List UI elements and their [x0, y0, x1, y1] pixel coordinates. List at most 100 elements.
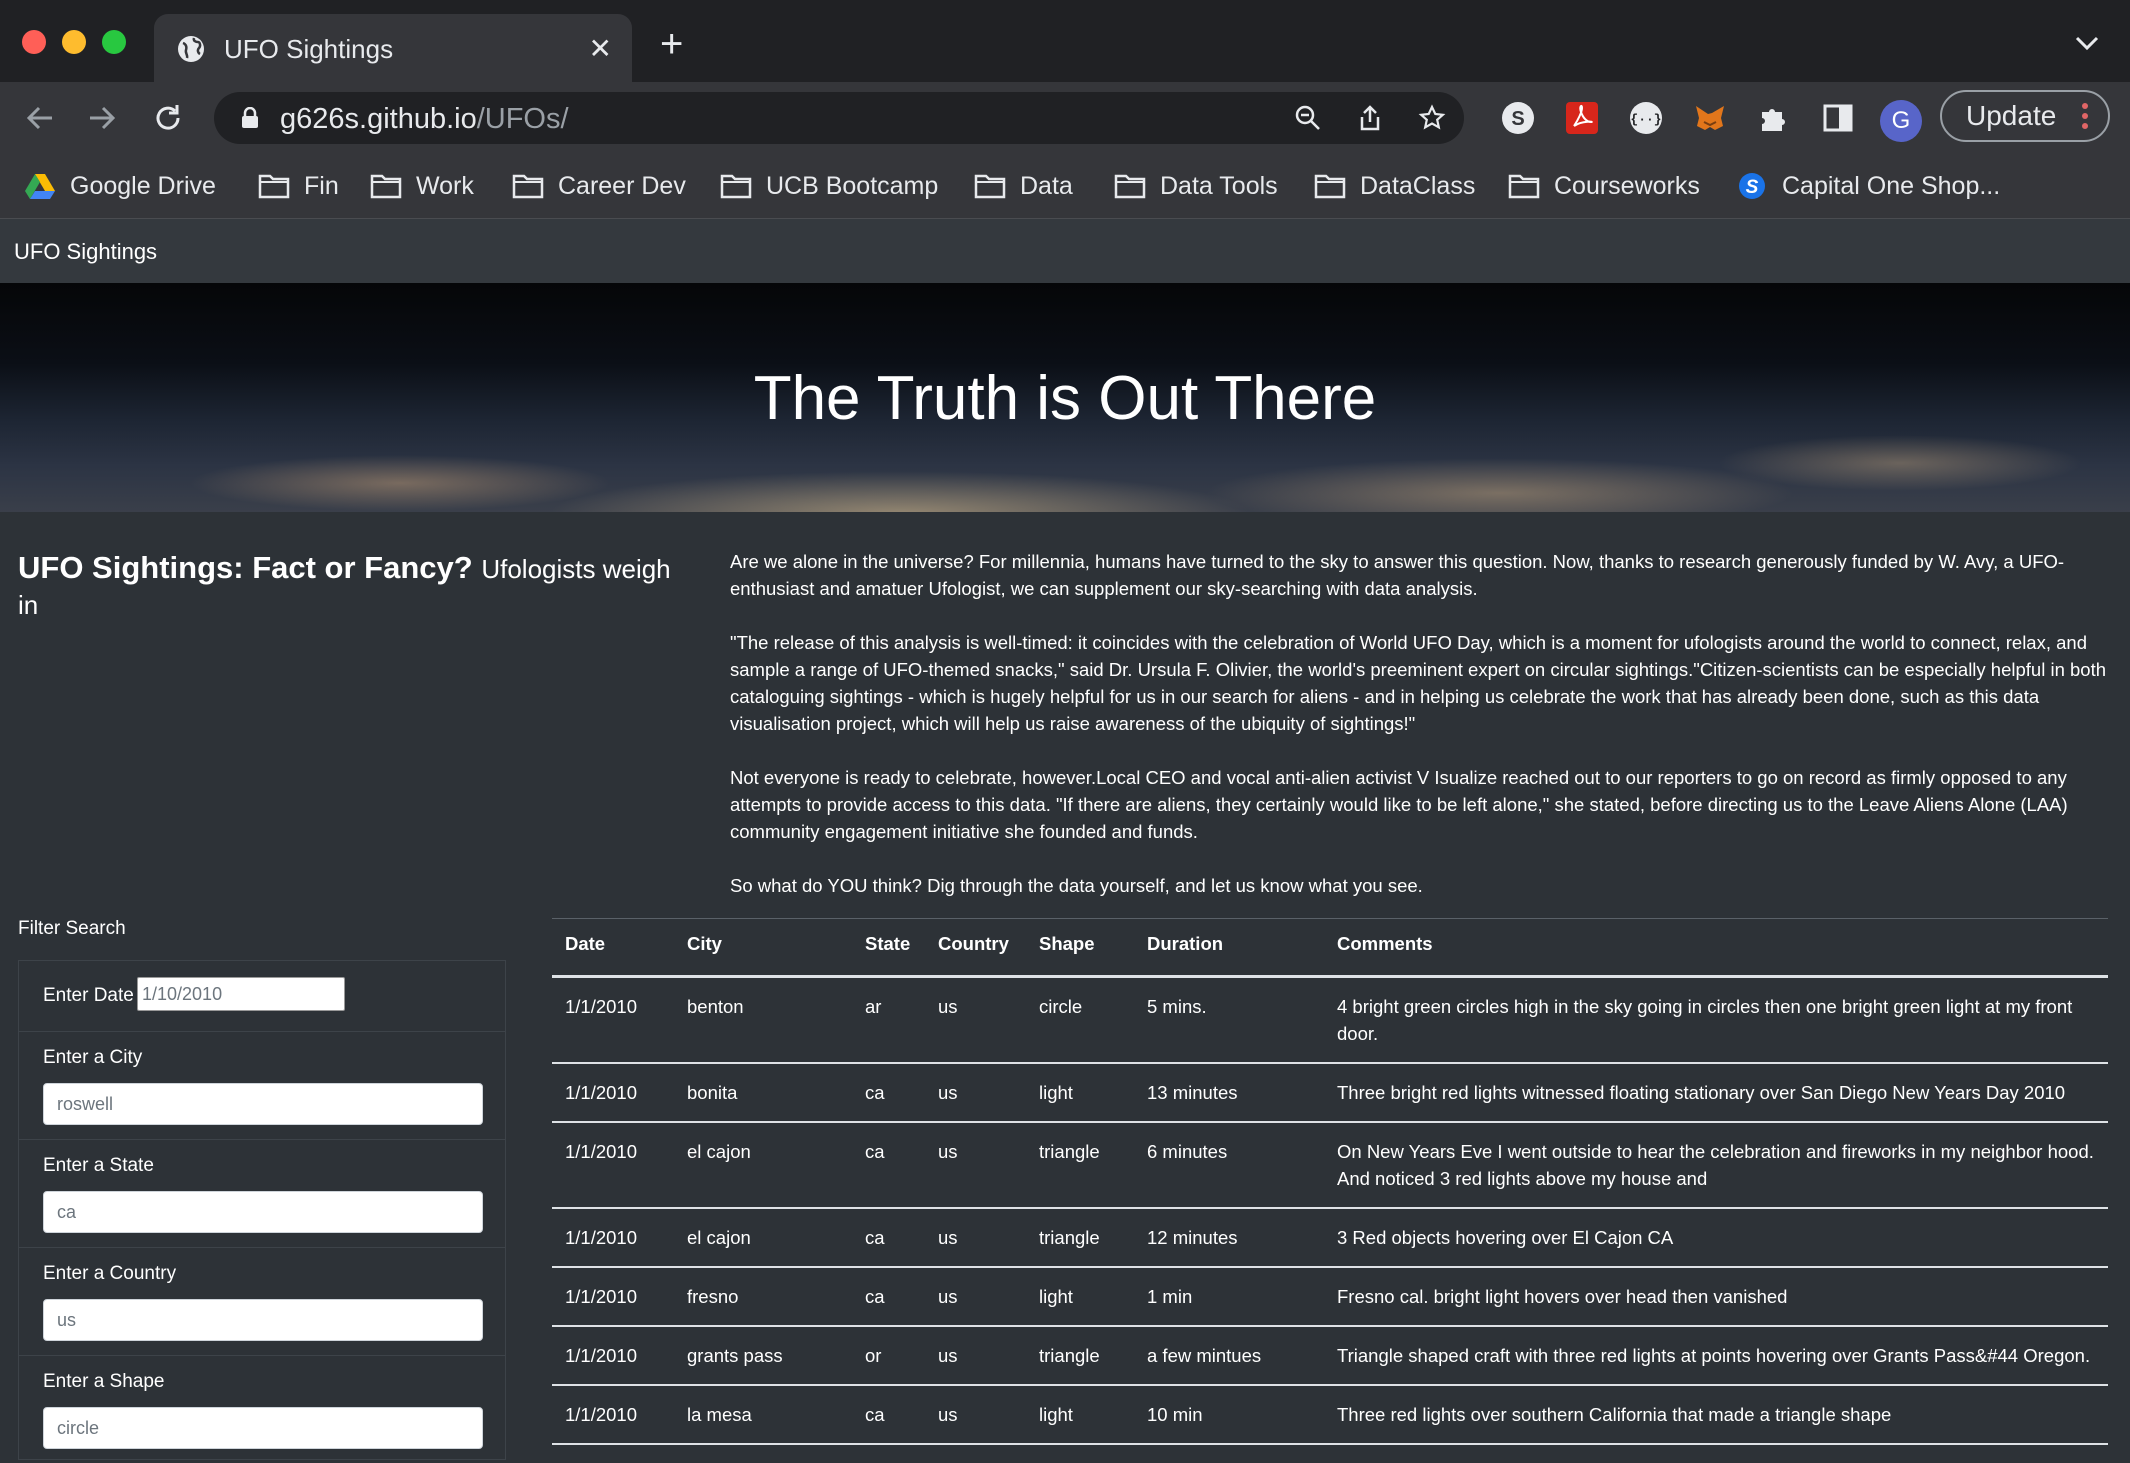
update-button[interactable]: Update	[1940, 90, 2110, 142]
extensions-puzzle-icon[interactable]	[1756, 100, 1792, 136]
bookmark-work[interactable]: Work	[370, 166, 474, 206]
pdf-extension-icon[interactable]	[1564, 100, 1600, 136]
cell-date: 1/1/2010	[552, 1122, 674, 1209]
article-paragraph: Are we alone in the universe? For millen…	[730, 551, 2065, 599]
json-viewer-extension-icon[interactable]: {··}	[1628, 100, 1664, 136]
cell-duration: 5 mins.	[1134, 976, 1324, 1064]
navbar-brand[interactable]: UFO Sightings	[14, 239, 157, 265]
bookmark-google-drive[interactable]: Google Drive	[24, 166, 216, 206]
table-row: 1/1/2010 benton ar us circle 5 mins. 4 b…	[552, 976, 2108, 1064]
cell-date: 1/1/2010	[552, 976, 674, 1064]
cell-duration: 12 minutes	[1134, 1208, 1324, 1268]
bookmarks-bar: Google Drive Fin Work Career Dev UCB Boo…	[0, 154, 2130, 219]
table-row: 1/1/2010 fresno ca us light 1 min Fresno…	[552, 1267, 2108, 1327]
sightings-table-container: Date City State Country Shape Duration C…	[552, 918, 2108, 1445]
hero-banner: The Truth is Out There	[0, 283, 2130, 512]
cell-country: us	[925, 1385, 1026, 1445]
bookmark-capital-one-shopping[interactable]: S Capital One Shop...	[1736, 166, 2000, 206]
back-arrow-icon[interactable]	[22, 100, 58, 136]
table-row: 1/1/2010 grants pass or us triangle a fe…	[552, 1326, 2108, 1386]
bookmark-ucb-bootcamp[interactable]: UCB Bootcamp	[720, 166, 938, 206]
filter-row-state: Enter a State	[19, 1139, 505, 1248]
update-label: Update	[1966, 100, 2057, 131]
new-tab-button[interactable]: +	[660, 24, 683, 64]
city-input[interactable]	[43, 1083, 483, 1125]
sightings-table: Date City State Country Shape Duration C…	[552, 918, 2108, 1445]
zoom-icon[interactable]	[1294, 104, 1322, 132]
folder-icon	[370, 174, 402, 199]
browser-tab-bar: UFO Sightings ✕ +	[0, 0, 2130, 82]
cell-shape: light	[1026, 1267, 1134, 1327]
cell-country: us	[925, 1326, 1026, 1386]
filter-row-country: Enter a Country	[19, 1247, 505, 1356]
reload-icon[interactable]	[150, 100, 186, 136]
bookmark-fin[interactable]: Fin	[258, 166, 339, 206]
bookmark-courseworks[interactable]: Courseworks	[1508, 166, 1700, 206]
cell-duration: 1 min	[1134, 1267, 1324, 1327]
browser-toolbar: g626s.github.io/UFOs/ S {··} G Update	[0, 82, 2130, 154]
cell-shape: circle	[1026, 976, 1134, 1064]
maximize-window-button[interactable]	[102, 30, 126, 54]
cell-city: la mesa	[674, 1385, 852, 1445]
side-panel-icon[interactable]	[1820, 100, 1856, 136]
cell-shape: triangle	[1026, 1122, 1134, 1209]
cell-shape: light	[1026, 1385, 1134, 1445]
tab-close-icon[interactable]: ✕	[589, 32, 612, 65]
cell-comments: Fresno cal. bright light hovers over hea…	[1324, 1267, 2108, 1327]
address-bar[interactable]: g626s.github.io/UFOs/	[214, 92, 1464, 144]
cell-comments: 3 Red objects hovering over El Cajon CA	[1324, 1208, 2108, 1268]
cell-state: ca	[852, 1208, 925, 1268]
browser-tab[interactable]: UFO Sightings ✕	[154, 14, 632, 82]
lock-icon[interactable]	[240, 107, 260, 129]
cell-state: ar	[852, 976, 925, 1064]
column-header-duration: Duration	[1134, 918, 1324, 978]
cell-date: 1/1/2010	[552, 1063, 674, 1123]
cell-country: us	[925, 1267, 1026, 1327]
close-window-button[interactable]	[22, 30, 46, 54]
bookmark-dataclass[interactable]: DataClass	[1314, 166, 1475, 206]
shape-label: Enter a Shape	[43, 1371, 165, 1392]
cell-state: ca	[852, 1122, 925, 1209]
minimize-window-button[interactable]	[62, 30, 86, 54]
date-input[interactable]	[137, 977, 345, 1011]
cell-duration: a few mintues	[1134, 1326, 1324, 1386]
country-input[interactable]	[43, 1299, 483, 1341]
table-row: 1/1/2010 el cajon ca us triangle 12 minu…	[552, 1208, 2108, 1268]
column-header-country: Country	[925, 918, 1026, 978]
svg-text:S: S	[1746, 177, 1759, 198]
folder-icon	[720, 174, 752, 199]
cell-country: us	[925, 976, 1026, 1064]
column-header-city: City	[674, 918, 852, 978]
bookmark-data-tools[interactable]: Data Tools	[1114, 166, 1278, 206]
shape-input[interactable]	[43, 1407, 483, 1449]
tab-search-chevron-icon[interactable]	[2074, 34, 2100, 52]
bookmark-star-icon[interactable]	[1418, 104, 1446, 132]
cell-comments: Triangle shaped craft with three red lig…	[1324, 1326, 2108, 1386]
city-label: Enter a City	[43, 1047, 143, 1068]
honey-extension-icon[interactable]: S	[1500, 100, 1536, 136]
cell-date: 1/1/2010	[552, 1326, 674, 1386]
cell-shape: triangle	[1026, 1208, 1134, 1268]
cell-country: us	[925, 1063, 1026, 1123]
table-row: 1/1/2010 bonita ca us light 13 minutes T…	[552, 1063, 2108, 1123]
cell-comments: 4 bright green circles high in the sky g…	[1324, 976, 2108, 1064]
url-text[interactable]: g626s.github.io/UFOs/	[280, 103, 569, 136]
capital-one-shopping-icon: S	[1739, 173, 1765, 199]
cell-date: 1/1/2010	[552, 1267, 674, 1327]
bookmark-data[interactable]: Data	[974, 166, 1073, 206]
folder-icon	[1314, 174, 1346, 199]
filter-panel: Enter Date Enter a City Enter a State En…	[18, 960, 506, 1460]
cell-city: el cajon	[674, 1208, 852, 1268]
state-input[interactable]	[43, 1191, 483, 1233]
bookmark-career-dev[interactable]: Career Dev	[512, 166, 686, 206]
article-paragraph: So what do YOU think? Dig through the da…	[730, 875, 1423, 896]
cell-state: ca	[852, 1267, 925, 1327]
profile-avatar[interactable]: G	[1880, 100, 1922, 142]
google-drive-icon	[25, 174, 55, 199]
article-body: Are we alone in the universe? For millen…	[730, 548, 2108, 926]
cell-comments: Three bright red lights witnessed floati…	[1324, 1063, 2108, 1123]
share-icon[interactable]	[1356, 104, 1384, 132]
forward-arrow-icon[interactable]	[84, 100, 120, 136]
article-heading: UFO Sightings: Fact or Fancy? Ufologists…	[18, 550, 678, 622]
metamask-fox-icon[interactable]	[1692, 100, 1728, 136]
